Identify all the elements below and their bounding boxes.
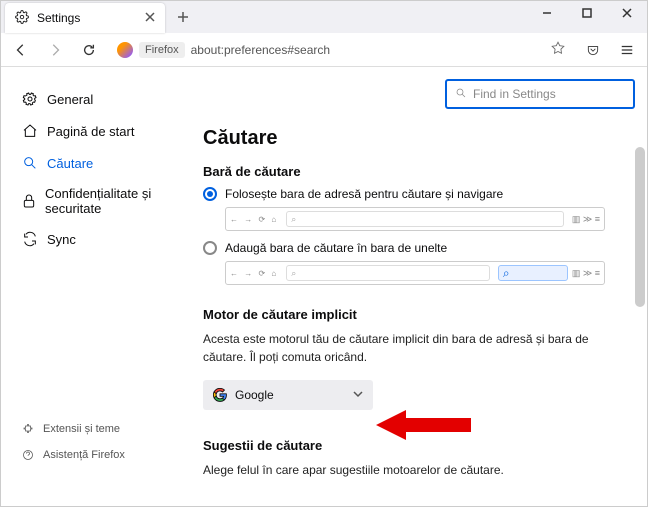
default-engine-select[interactable]: Google — [203, 380, 373, 410]
gear-icon — [21, 90, 39, 108]
reload-button[interactable] — [75, 36, 103, 64]
preview-address-slot: ⌕ — [286, 265, 490, 281]
preview-nav-icons: ← → ⟳ ⌂ — [230, 269, 278, 278]
lock-icon — [21, 192, 37, 210]
sidebar-item-home[interactable]: Pagină de start — [15, 115, 181, 147]
address-bar[interactable]: Firefox about:preferences#search — [109, 37, 573, 63]
searchbar-preview-separate: ← → ⟳ ⌂ ⌕ ⌕ ▥ ≫ ≡ — [225, 261, 605, 285]
back-button[interactable] — [7, 36, 35, 64]
maximize-button[interactable] — [567, 0, 607, 27]
sidebar-item-sync[interactable]: Sync — [15, 223, 181, 255]
url-scheme-badge: Firefox — [139, 42, 185, 58]
find-in-settings[interactable]: Find in Settings — [445, 79, 635, 109]
app-menu-button[interactable] — [613, 36, 641, 64]
sidebar-item-label: General — [47, 92, 93, 107]
radio-icon — [203, 241, 217, 255]
sidebar-support[interactable]: Asistență Firefox — [15, 442, 131, 468]
main-panel: Find in Settings Căutare Bară de căutare… — [181, 67, 647, 478]
radio-label: Adaugă bara de căutare în bara de unelte — [225, 241, 447, 255]
sidebar-item-label: Asistență Firefox — [43, 449, 125, 461]
bookmark-star-icon[interactable] — [551, 41, 565, 58]
tab-settings[interactable]: Settings — [5, 3, 165, 33]
puzzle-icon — [21, 420, 35, 438]
sidebar-item-label: Pagină de start — [47, 124, 134, 139]
sync-icon — [21, 230, 39, 248]
preferences-sidebar: General Pagină de start Căutare Confiden… — [1, 67, 181, 478]
preview-address-slot: ⌕ — [286, 211, 564, 227]
forward-button[interactable] — [41, 36, 69, 64]
chevron-down-icon — [353, 388, 363, 402]
select-value: Google — [235, 388, 353, 402]
sidebar-item-privacy[interactable]: Confidențialitate și securitate — [15, 179, 181, 223]
radio-inline-search[interactable]: Folosește bara de adresă pentru căutare … — [203, 187, 635, 201]
sidebar-item-general[interactable]: General — [15, 83, 181, 115]
preview-end-icons: ▥ ≫ ≡ — [572, 268, 600, 279]
navigation-toolbar: Firefox about:preferences#search — [1, 33, 647, 67]
radio-label: Folosește bara de adresă pentru căutare … — [225, 187, 503, 201]
sidebar-item-label: Căutare — [47, 156, 93, 171]
sidebar-item-label: Confidențialitate și securitate — [45, 186, 175, 216]
preview-end-icons: ▥ ≫ ≡ — [572, 214, 600, 225]
tab-label: Settings — [37, 11, 145, 25]
searchbar-section-heading: Bară de căutare — [203, 164, 635, 179]
suggestions-heading: Sugestii de căutare — [203, 438, 635, 453]
radio-separate-search[interactable]: Adaugă bara de căutare în bara de unelte — [203, 241, 635, 255]
sidebar-item-label: Sync — [47, 232, 76, 247]
firefox-icon — [117, 42, 133, 58]
find-placeholder: Find in Settings — [473, 87, 556, 101]
default-engine-description: Acesta este motorul tău de căutare impli… — [203, 330, 635, 366]
preview-search-slot: ⌕ — [498, 265, 568, 281]
home-icon — [21, 122, 39, 140]
close-icon[interactable] — [145, 11, 155, 25]
searchbar-preview-inline: ← → ⟳ ⌂ ⌕ ▥ ≫ ≡ — [225, 207, 605, 231]
sidebar-extensions[interactable]: Extensii și teme — [15, 416, 131, 442]
sidebar-item-label: Extensii și teme — [43, 423, 120, 435]
window-close-button[interactable] — [607, 0, 647, 27]
search-icon — [21, 154, 39, 172]
vertical-scrollbar[interactable] — [635, 147, 645, 307]
page-heading: Căutare — [203, 127, 635, 150]
preview-nav-icons: ← → ⟳ ⌂ — [230, 215, 278, 224]
url-text: about:preferences#search — [191, 43, 545, 57]
suggestions-description: Alege felul în care apar sugestiile moto… — [203, 461, 635, 478]
sidebar-item-search[interactable]: Căutare — [15, 147, 181, 179]
help-icon — [21, 446, 35, 464]
gear-icon — [15, 10, 29, 27]
radio-icon — [203, 187, 217, 201]
search-icon — [455, 87, 467, 102]
pocket-icon[interactable] — [579, 36, 607, 64]
minimize-button[interactable] — [527, 0, 567, 27]
tab-strip: Settings — [1, 1, 647, 33]
default-engine-heading: Motor de căutare implicit — [203, 307, 635, 322]
new-tab-button[interactable] — [169, 3, 197, 31]
google-icon — [213, 388, 227, 402]
